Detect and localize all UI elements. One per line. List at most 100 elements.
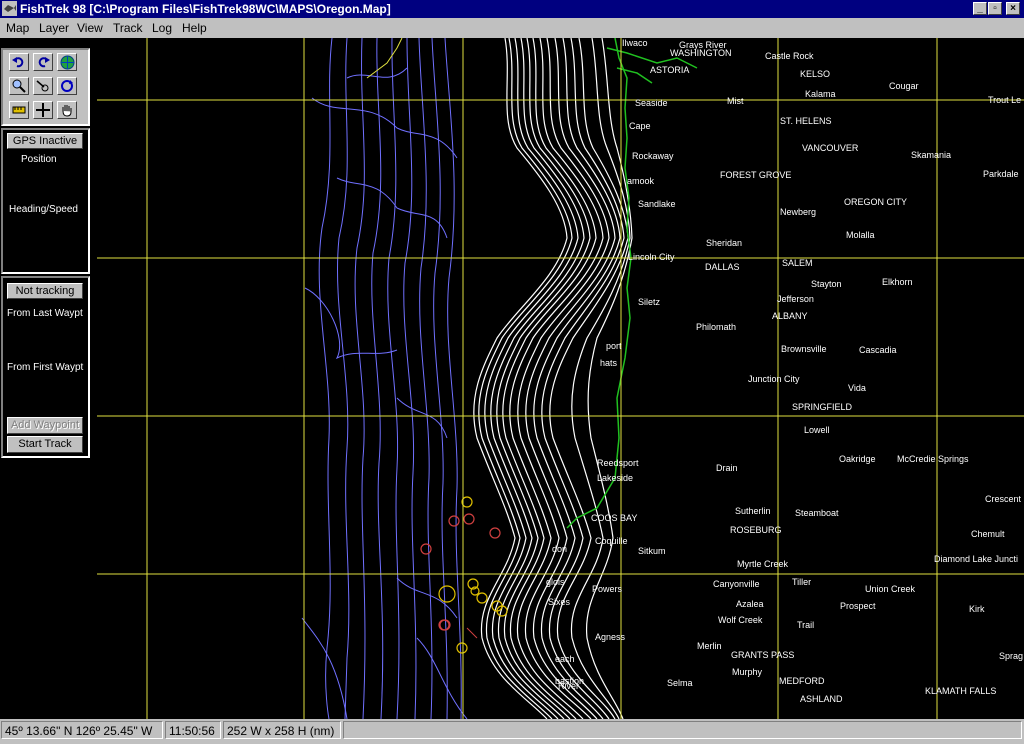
place-label: Sheridan [706,238,743,248]
undo-icon [12,57,24,68]
place-label: Canyonville [713,579,760,589]
hand-pan-icon [62,105,72,117]
place-label: WASHINGTON [670,48,732,58]
gps-panel: GPS Inactive Position Heading/Speed [1,128,90,274]
start-track-button[interactable]: Start Track [7,436,83,453]
zoom-tool-button[interactable] [9,77,29,95]
place-label: Trout Le [988,95,1022,105]
place-label: Kirk [969,604,985,614]
place-label: SPRINGFIELD [792,402,853,412]
place-label: Merlin [697,641,722,651]
place-label: Rockaway [632,151,674,161]
heading-speed-label: Heading/Speed [9,204,78,215]
place-label: Junction City [748,374,800,384]
place-label: Philomath [696,322,737,332]
place-label: SALEM [782,258,813,268]
ruler-icon [12,106,26,114]
place-label: each [555,654,575,664]
place-label: Lakeside [597,473,634,483]
add-waypoint-button[interactable]: Add Waypoint [7,417,83,434]
place-label: ALBANY [772,311,808,321]
place-label: Azalea [736,599,764,609]
place-label: Mist [727,96,744,106]
place-label: COOS BAY [591,513,638,523]
place-label: Prospect [840,601,876,611]
place-label: amook [627,176,655,186]
ruler-tool-button[interactable] [9,101,29,119]
place-label: Sprag [999,651,1024,661]
position-label: Position [21,154,57,165]
place-label: Ilwaco [622,38,648,48]
chart-map-canvas[interactable]: Ilwaco Grays River WASHINGTON Castle Roc… [97,38,1024,719]
place-label: KELSO [800,69,831,79]
title-bar[interactable]: FishTrek 98 [C:\Program Files\FishTrek98… [0,0,1024,18]
from-last-waypoint-label: From Last Waypt [7,308,83,319]
redo-tool-button[interactable] [33,53,53,71]
crosshair-icon [36,103,50,117]
place-label: Chemult [971,529,1005,539]
place-label: OREGON CITY [844,197,908,207]
place-label: Diamond Lake Juncti [934,554,1019,564]
place-label: Tiller [792,577,812,587]
menu-view[interactable]: View [77,21,103,35]
place-label: Wolf Creek [718,615,763,625]
measure-tool-button[interactable] [33,77,53,95]
place-label: Union Creek [865,584,916,594]
menu-layer[interactable]: Layer [39,21,69,35]
place-label: Parkdale [983,169,1019,179]
place-label: Reedsport [597,458,639,468]
crosshair-tool-button[interactable] [33,101,53,119]
maximize-button[interactable]: ▫ [988,2,1002,15]
status-bar: 45º 13.66" N 126º 25.45" W 11:50:56 252 … [0,719,1024,744]
left-panel: GPS Inactive Position Heading/Speed Not … [0,38,97,719]
place-label: MEDFORD [779,676,825,686]
place-label: Trail [797,620,815,630]
place-label: VANCOUVER [802,143,859,153]
place-label: Coquille [595,536,628,546]
place-label: Lincoln City [628,252,675,262]
place-label: Seaside [635,98,668,108]
window-title: FishTrek 98 [C:\Program Files\FishTrek98… [20,2,391,16]
place-label: Newberg [780,207,817,217]
menu-log[interactable]: Log [152,21,172,35]
place-label: River [558,681,580,691]
refresh-tool-button[interactable] [57,77,77,95]
refresh-icon [61,80,73,92]
place-label: Elkhorn [882,277,913,287]
coastline [566,38,698,529]
undo-tool-button[interactable] [9,53,29,71]
river [366,38,403,79]
place-label: Powers [592,584,623,594]
place-label: Brownsville [781,344,827,354]
track-segment [466,627,478,639]
gps-status-button[interactable]: GPS Inactive [7,133,83,149]
place-label: glois [546,577,565,587]
place-label: Stayton [811,279,842,289]
menu-map[interactable]: Map [6,21,29,35]
menu-track[interactable]: Track [113,21,143,35]
latlon-grid [97,38,1024,719]
zoom-icon [12,79,26,93]
minimize-button[interactable]: _ [973,2,987,15]
menu-help[interactable]: Help [182,21,207,35]
globe-icon [60,55,75,70]
close-button[interactable]: × [1006,2,1020,15]
place-label: Myrtle Creek [737,559,789,569]
bathymetry-deep-contours [301,38,468,719]
menu-bar: Map Layer View Track Log Help [0,18,1024,38]
status-message-area [343,721,1022,739]
measure-icon [36,80,49,92]
place-label: KLAMATH FALLS [925,686,997,696]
place-label: Steamboat [795,508,839,518]
pan-tool-button[interactable] [57,101,77,119]
place-label: Sutherlin [735,506,771,516]
tracking-status-button[interactable]: Not tracking [7,283,83,299]
globe-tool-button[interactable] [57,53,77,71]
bathymetry-shallow-contours [473,38,633,719]
map-drawing [97,38,1024,719]
track-panel: Not tracking From Last Waypt From First … [1,276,90,458]
place-label: Murphy [732,667,763,677]
place-label: Jefferson [777,294,814,304]
place-label: GRANTS PASS [731,650,795,660]
map-extent-readout: 252 W x 258 H (nm) [223,721,341,739]
